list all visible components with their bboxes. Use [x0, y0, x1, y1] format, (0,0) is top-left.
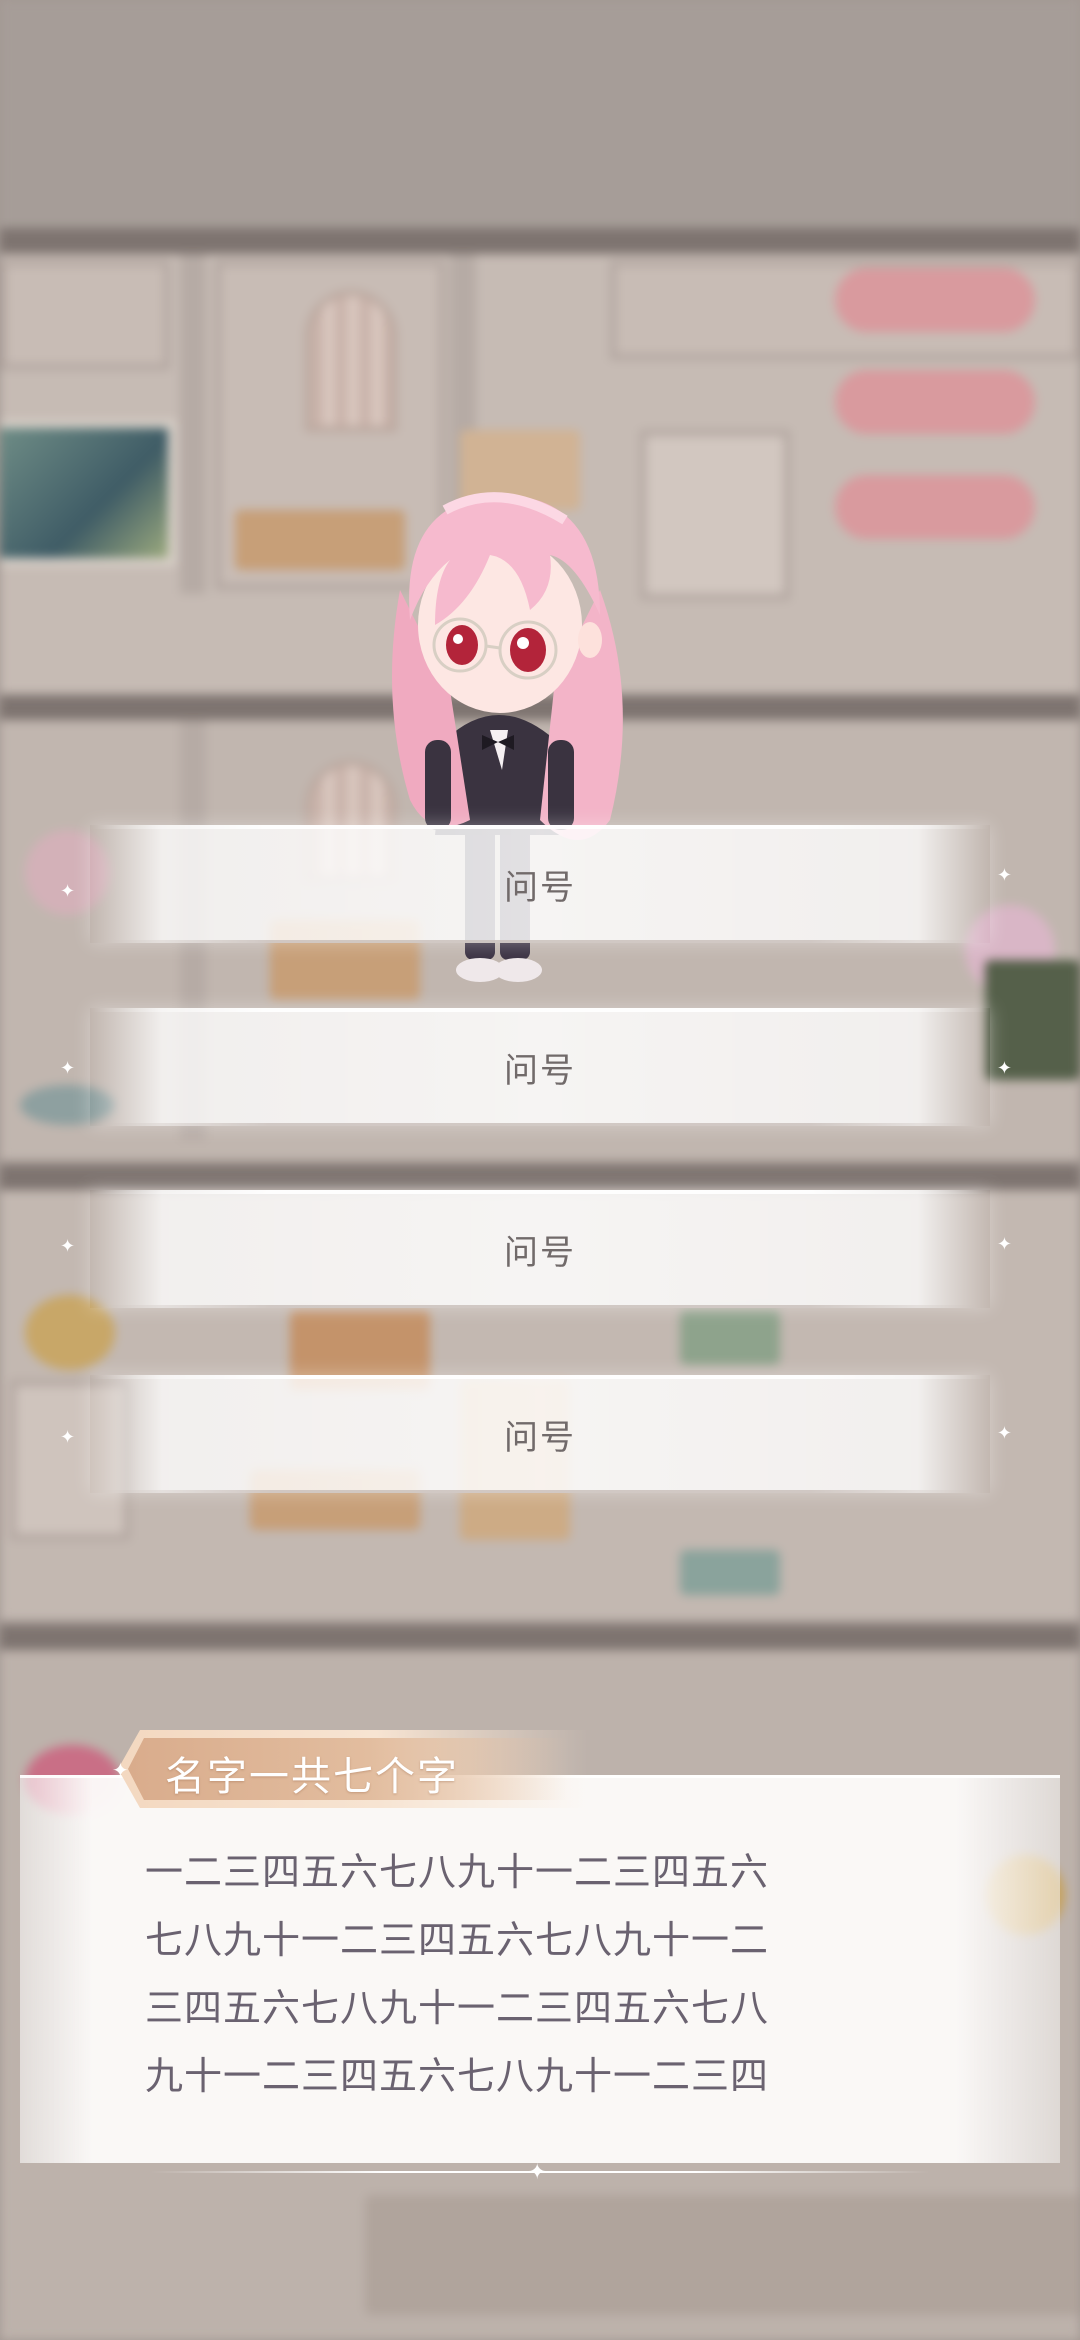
sparkle-icon: ✦ — [996, 865, 1012, 886]
sparkle-icon: ✦ — [60, 1236, 76, 1257]
speaker-name: 名字一共七个字 — [165, 1754, 459, 1800]
choice-option-label: 问号 — [504, 1050, 576, 1091]
dialog-line: 九十一二三四五六七八九十一二三四 — [145, 2054, 770, 2098]
sparkle-icon: ✦ — [60, 1058, 76, 1079]
dialog-line: 一二三四五六七八九十一二三四五六 — [145, 1850, 770, 1894]
choice-option-label: 问号 — [504, 867, 576, 908]
star-icon: ✦ — [528, 2160, 547, 2185]
dialog-line: 三四五六七八九十一二三四五六七八 — [145, 1986, 770, 2030]
choice-option-label: 问号 — [504, 1417, 576, 1458]
choice-option-3[interactable]: ✦ ✦ 问号 — [60, 1190, 1012, 1308]
dialog-text: 一二三四五六七八九十一二三四五六 七八九十一二三四五六七八九十一二 三四五六七八… — [145, 1838, 905, 2110]
sparkle-icon: ✦ — [996, 1058, 1012, 1079]
choice-option-1[interactable]: ✦ ✦ 问号 — [60, 825, 1012, 943]
dialog-line: 七八九十一二三四五六七八九十一二 — [145, 1918, 770, 1962]
choice-option-4[interactable]: ✦ ✦ 问号 — [60, 1375, 1012, 1493]
sparkle-icon: ✦ — [60, 881, 76, 902]
choice-option-2[interactable]: ✦ ✦ 问号 — [60, 1008, 1012, 1126]
character-sprite — [392, 492, 623, 982]
choice-option-label: 问号 — [504, 1232, 576, 1273]
sparkle-icon: ✦ — [996, 1234, 1012, 1255]
sparkle-icon: ✦ — [112, 1758, 129, 1782]
sparkle-icon: ✦ — [60, 1427, 76, 1448]
sparkle-icon: ✦ — [996, 1423, 1012, 1444]
